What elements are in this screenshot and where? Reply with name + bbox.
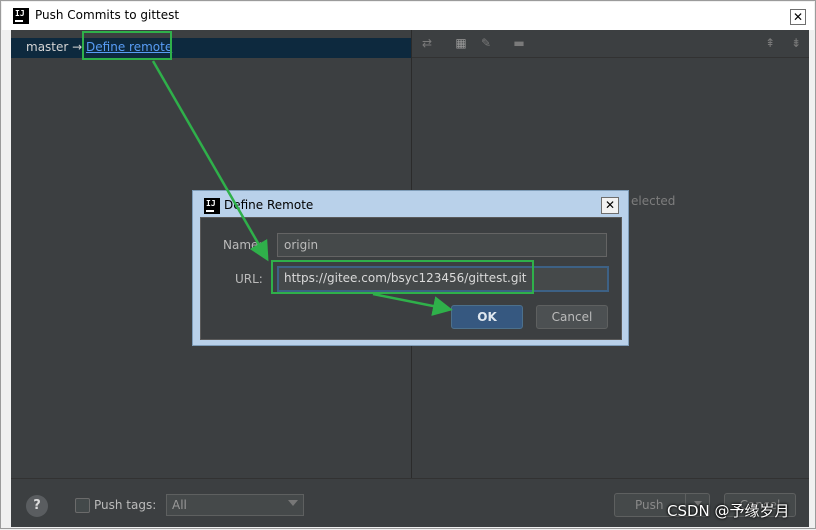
dialog-cancel-button[interactable]: Cancel (536, 305, 608, 329)
name-input[interactable]: origin (277, 233, 607, 257)
ok-button[interactable]: OK (451, 305, 523, 329)
intellij-logo-icon: IJ (13, 8, 29, 24)
dialog-body: Name: origin URL: https://gitee.com/bsyc… (200, 217, 622, 340)
push-button-label: Push (635, 498, 664, 512)
url-input[interactable]: https://gitee.com/bsyc123456/gittest.git (277, 266, 609, 292)
expand-all-icon[interactable]: ⇞ (763, 36, 777, 50)
dialog-close-button[interactable]: ✕ (601, 197, 619, 214)
group-by-icon[interactable]: ▦ (454, 36, 468, 50)
push-tags-label: Push tags: (94, 498, 157, 512)
expand-arrows-icon[interactable]: ⇄ (420, 36, 434, 50)
help-button[interactable]: ? (26, 495, 48, 517)
branch-row[interactable]: master → Define remote (11, 38, 411, 58)
branch-name: master (26, 40, 69, 54)
push-commits-window: IJ Push Commits to gittest ✕ master → De… (0, 0, 816, 529)
no-selection-text: elected (631, 194, 676, 208)
toolbar-divider (412, 57, 809, 58)
url-label: URL: (235, 272, 263, 286)
branch-entry: master → Define remote (26, 40, 172, 54)
edit-pencil-icon[interactable]: ✎ (479, 36, 493, 50)
dialog-title: Define Remote (224, 198, 314, 212)
chevron-down-icon (288, 500, 298, 506)
tags-select-value: All (172, 498, 187, 512)
collapse-all-icon[interactable]: ⇟ (789, 36, 803, 50)
tags-select[interactable]: All (166, 494, 304, 516)
window-title: Push Commits to gittest (35, 8, 180, 22)
title-bar: IJ Push Commits to gittest ✕ (2, 2, 814, 30)
name-label: Name: (223, 238, 263, 252)
branch-arrow: → (72, 40, 83, 54)
preview-panel-icon[interactable]: ▬ (512, 36, 526, 50)
window-close-button[interactable]: ✕ (790, 9, 806, 25)
dialog-intellij-logo-icon: IJ (204, 198, 220, 214)
define-remote-dialog: IJ Define Remote ✕ Name: origin URL: htt… (192, 190, 629, 346)
watermark: CSDN @予缘岁月 (667, 502, 790, 520)
define-remote-link[interactable]: Define remote (86, 40, 172, 54)
push-tags-checkbox[interactable] (75, 498, 90, 513)
